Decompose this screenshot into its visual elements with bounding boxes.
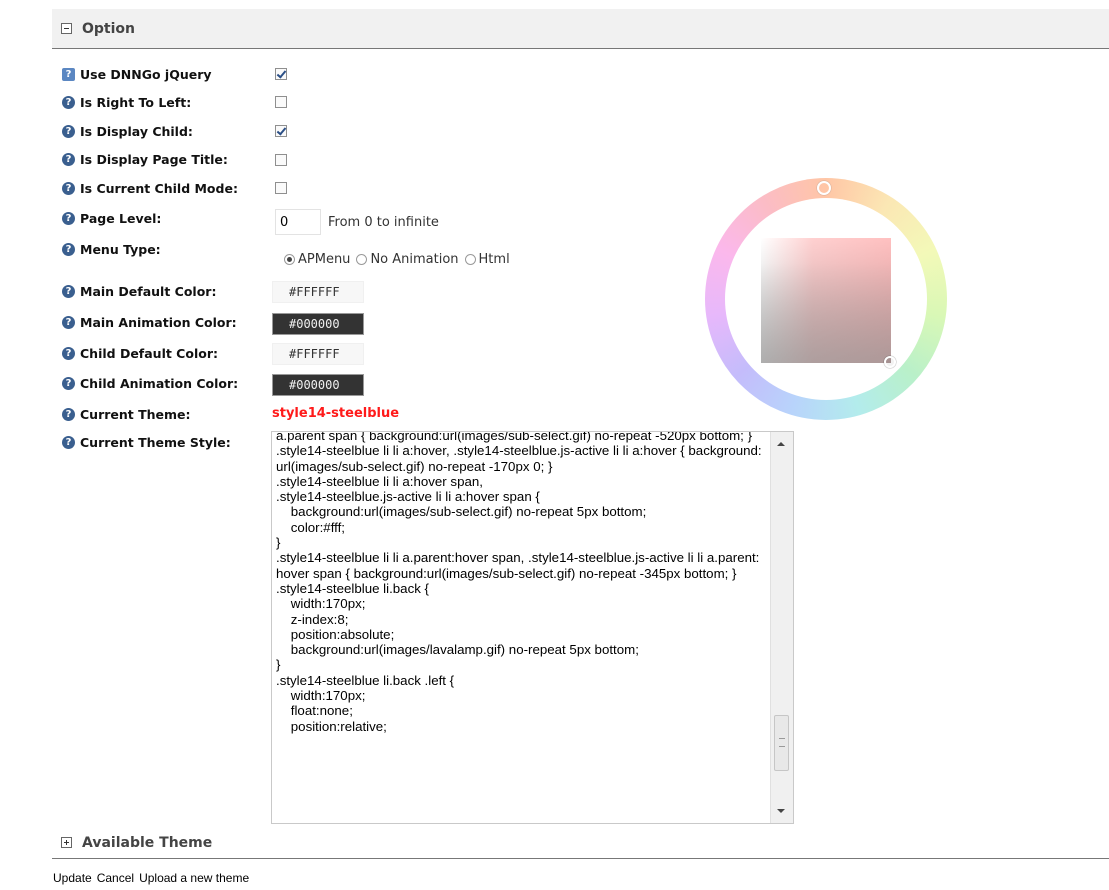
menu-type-no-animation-label[interactable]: No Animation — [370, 252, 458, 267]
help-icon[interactable]: ? — [62, 242, 75, 256]
color-picker-square-shade — [761, 238, 891, 363]
label-child-animation-color: Child Animation Color: — [80, 375, 239, 391]
help-icon[interactable]: ? — [62, 211, 75, 225]
label-main-animation-color: Main Animation Color: — [80, 314, 237, 330]
upload-theme-link[interactable]: Upload a new theme — [139, 871, 249, 885]
row-current-theme-style: ? Current Theme Style: — [62, 431, 231, 453]
field-menu-type: APMenu No Animation Html — [284, 252, 516, 267]
available-theme-title: Available Theme — [82, 834, 213, 851]
menu-type-html-label[interactable]: Html — [479, 252, 510, 267]
page-level-input[interactable] — [275, 209, 321, 235]
current-theme-name: style14-steelblue — [272, 406, 400, 421]
is-display-page-title-checkbox[interactable] — [275, 154, 287, 166]
saturation-marker-icon[interactable] — [884, 356, 896, 368]
footer-actions: Update Cancel Upload a new theme — [53, 871, 254, 885]
main-default-color-input[interactable]: #FFFFFF — [272, 281, 364, 303]
help-icon[interactable]: ? — [62, 152, 75, 166]
scroll-thumb[interactable] — [774, 715, 789, 771]
label-current-theme: Current Theme: — [80, 406, 191, 422]
field-child-animation-color: #000000 — [272, 374, 364, 396]
field-use-dnngo-jquery — [275, 68, 287, 80]
child-default-color-input[interactable]: #FFFFFF — [272, 343, 364, 365]
label-menu-type: Menu Type: — [80, 241, 161, 257]
row-menu-type: ? Menu Type: — [62, 238, 161, 260]
theme-style-code[interactable]: a.parent span { background:url(images/su… — [276, 432, 766, 734]
row-child-default-color: ? Child Default Color: — [62, 342, 218, 364]
row-main-animation-color: ? Main Animation Color: — [62, 311, 237, 333]
main-animation-color-input[interactable]: #000000 — [272, 313, 364, 335]
is-right-to-left-checkbox[interactable] — [275, 96, 287, 108]
row-is-right-to-left: ? Is Right To Left: — [62, 91, 191, 113]
help-icon[interactable]: ? — [62, 95, 75, 109]
row-is-display-page-title: ? Is Display Page Title: — [62, 148, 228, 170]
row-current-theme: ? Current Theme: — [62, 403, 191, 425]
expand-icon[interactable] — [61, 837, 72, 848]
row-is-current-child-mode: ? Is Current Child Mode: — [62, 177, 238, 199]
menu-type-html-radio[interactable] — [464, 254, 476, 265]
scroll-up-icon[interactable] — [777, 442, 785, 446]
help-icon[interactable]: ? — [62, 346, 75, 360]
row-is-display-child: ? Is Display Child: — [62, 120, 193, 142]
available-theme-section-header[interactable]: Available Theme — [52, 827, 1109, 859]
row-child-animation-color: ? Child Animation Color: — [62, 372, 238, 394]
field-is-display-page-title — [275, 154, 287, 166]
option-section-title: Option — [82, 20, 135, 37]
field-page-level: From 0 to infinite — [275, 209, 439, 235]
help-icon[interactable]: ? — [62, 407, 75, 421]
collapse-icon[interactable] — [61, 23, 72, 34]
help-icon[interactable]: ? — [62, 124, 75, 138]
help-icon[interactable]: ? — [62, 435, 75, 449]
label-is-display-page-title: Is Display Page Title: — [80, 151, 228, 167]
field-current-theme: style14-steelblue — [272, 406, 399, 421]
help-icon[interactable]: ? — [62, 315, 75, 329]
menu-type-radio-group: APMenu No Animation Html — [284, 252, 516, 267]
label-is-display-child: Is Display Child: — [80, 123, 193, 139]
menu-type-apmenu-radio[interactable] — [284, 254, 295, 265]
row-use-dnngo-jquery: ? Use DNNGo jQuery — [62, 63, 212, 85]
field-main-animation-color: #000000 — [272, 313, 364, 335]
field-is-display-child — [275, 125, 287, 137]
label-is-right-to-left: Is Right To Left: — [80, 94, 192, 110]
menu-type-no-animation-radio[interactable] — [356, 254, 368, 265]
field-child-default-color: #FFFFFF — [272, 343, 364, 365]
label-use-dnngo-jquery: Use DNNGo jQuery — [80, 66, 212, 82]
use-dnngo-jquery-checkbox[interactable] — [275, 68, 287, 80]
help-icon[interactable]: ? — [62, 376, 75, 390]
cancel-link[interactable]: Cancel — [97, 871, 134, 885]
option-section-header[interactable]: Option — [52, 9, 1109, 49]
menu-type-apmenu-label[interactable]: APMenu — [298, 252, 350, 267]
label-main-default-color: Main Default Color: — [80, 283, 217, 299]
page-level-hint: From 0 to infinite — [328, 214, 439, 230]
child-animation-color-input[interactable]: #000000 — [272, 374, 364, 396]
label-child-default-color: Child Default Color: — [80, 345, 218, 361]
current-theme-style-textarea[interactable]: a.parent span { background:url(images/su… — [271, 431, 794, 824]
update-link[interactable]: Update — [53, 871, 92, 885]
label-page-level: Page Level: — [80, 210, 162, 226]
scroll-down-icon[interactable] — [777, 809, 785, 813]
row-main-default-color: ? Main Default Color: — [62, 280, 216, 302]
is-current-child-mode-checkbox[interactable] — [275, 182, 287, 194]
row-page-level: ? Page Level: — [62, 207, 161, 229]
is-display-child-checkbox[interactable] — [275, 125, 287, 137]
textarea-scrollbar[interactable] — [770, 432, 793, 823]
field-is-current-child-mode — [275, 182, 287, 194]
help-icon[interactable]: ? — [62, 67, 75, 81]
help-icon[interactable]: ? — [62, 284, 75, 298]
label-current-theme-style: Current Theme Style: — [80, 434, 231, 450]
hue-marker-icon[interactable] — [817, 181, 831, 195]
field-main-default-color: #FFFFFF — [272, 281, 364, 303]
label-is-current-child-mode: Is Current Child Mode: — [80, 180, 238, 196]
field-is-right-to-left — [275, 96, 287, 108]
help-icon[interactable]: ? — [62, 181, 75, 195]
